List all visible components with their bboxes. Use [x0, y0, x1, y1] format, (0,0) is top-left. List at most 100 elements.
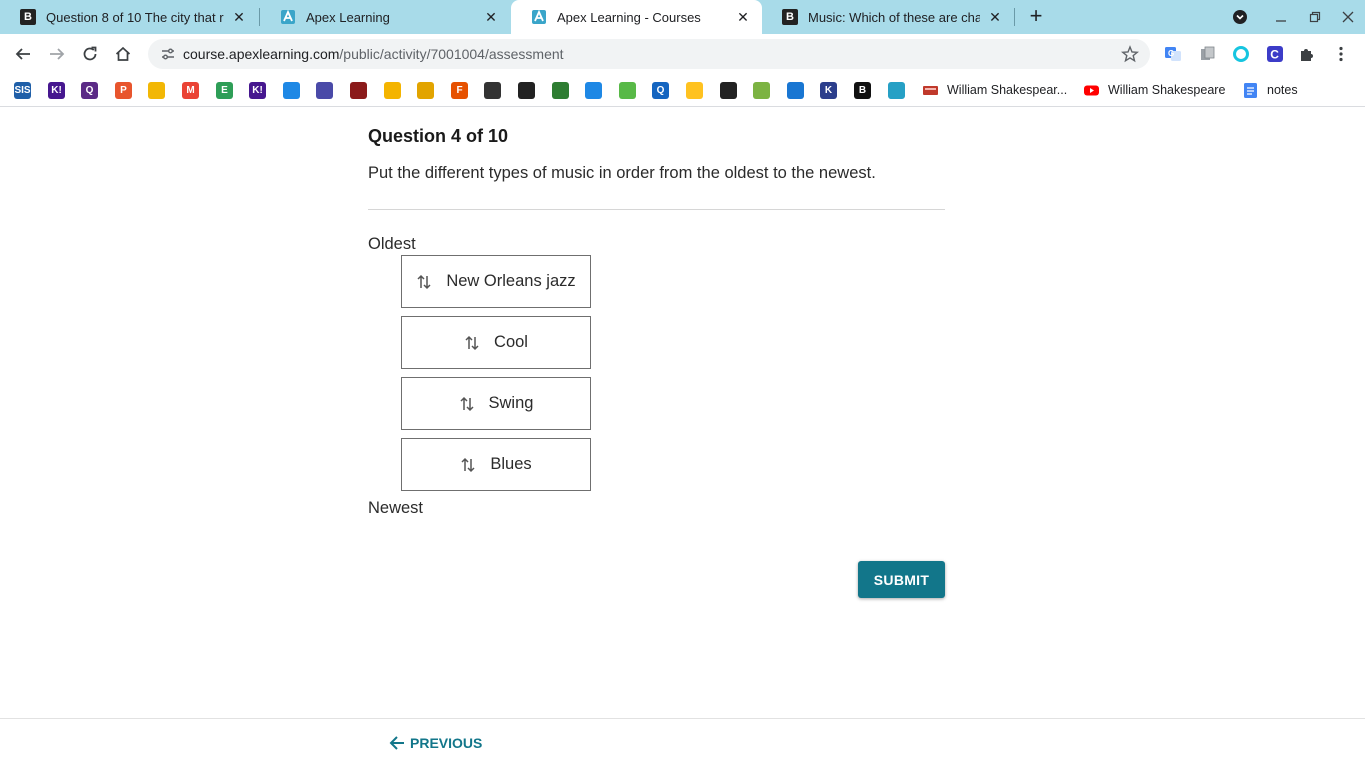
forward-button[interactable]: [45, 42, 69, 66]
bookmark-icon[interactable]: [384, 82, 401, 99]
bookmark-icon[interactable]: F: [451, 82, 468, 99]
site-info-icon: [162, 48, 174, 60]
bookmark-icon[interactable]: [518, 82, 535, 99]
bookmark-shakespeare-2[interactable]: William Shakespeare: [1108, 83, 1225, 97]
bookmark-icon[interactable]: [686, 82, 703, 99]
bookmark-icon[interactable]: [552, 82, 569, 99]
close-icon[interactable]: ✕: [230, 8, 248, 26]
bookmark-icon[interactable]: [316, 82, 333, 99]
docs-icon: [1242, 82, 1259, 99]
bookmark-icon[interactable]: [787, 82, 804, 99]
bookmark-icon[interactable]: Q: [81, 82, 98, 99]
question-prompt: Put the different types of music in orde…: [368, 164, 876, 182]
tab-apex-courses[interactable]: Apex Learning - Courses ✕: [511, 0, 762, 34]
arrow-right-icon: [50, 48, 65, 60]
tab-title: Question 8 of 10 The city that rep: [46, 9, 224, 25]
drag-sort-icon: [465, 335, 479, 350]
close-icon[interactable]: ✕: [986, 8, 1004, 26]
order-item-blues[interactable]: Blues: [401, 438, 591, 491]
bookmark-icon[interactable]: [484, 82, 501, 99]
tab-title: Apex Learning: [306, 9, 390, 25]
bookmark-icon[interactable]: M: [182, 82, 199, 99]
divider: [368, 209, 945, 210]
bookmark-icon[interactable]: [720, 82, 737, 99]
extensions-puzzle-icon[interactable]: [1297, 44, 1317, 64]
youtube-icon: [1083, 82, 1100, 99]
footer-nav: PREVIOUS: [0, 718, 1365, 768]
order-item-label: Swing: [488, 394, 534, 412]
order-item-label: Cool: [494, 333, 528, 351]
bookmark-icon[interactable]: B: [854, 82, 871, 99]
url-host: course.apexlearning.com: [183, 46, 340, 62]
tab-title: Music: Which of these are charac: [808, 9, 980, 25]
tab-title: Apex Learning - Courses: [557, 9, 701, 25]
url-text: course.apexlearning.com/public/activity/…: [183, 46, 564, 62]
submit-button[interactable]: SUBMIT: [858, 561, 945, 598]
bookmark-icon[interactable]: [283, 82, 300, 99]
book-icon: [922, 82, 939, 99]
arrow-left-icon: [389, 736, 404, 750]
order-item-label: New Orleans jazz: [446, 272, 576, 290]
restore-icon[interactable]: [1304, 6, 1326, 28]
home-icon: [115, 46, 131, 61]
minimize-icon[interactable]: [1270, 6, 1292, 28]
bookmark-icon[interactable]: [888, 82, 905, 99]
extension-circle-icon[interactable]: [1231, 44, 1251, 64]
bookmark-icon[interactable]: [753, 82, 770, 99]
bookmark-shakespeare-1[interactable]: William Shakespear...: [947, 83, 1067, 97]
svg-text:C: C: [1270, 47, 1279, 61]
previous-button[interactable]: PREVIOUS: [388, 734, 482, 752]
bookmark-icon[interactable]: [619, 82, 636, 99]
b-icon: B: [782, 9, 798, 25]
bookmark-icon[interactable]: [350, 82, 367, 99]
bookmarks-bar: William Shakespear... William Shakespear…: [0, 74, 1365, 107]
bookmark-icon[interactable]: P: [115, 82, 132, 99]
order-item-label: Blues: [490, 455, 532, 473]
back-button[interactable]: [11, 42, 35, 66]
extension-c-icon[interactable]: C: [1265, 44, 1285, 64]
bookmark-icon[interactable]: [417, 82, 434, 99]
close-icon[interactable]: ✕: [734, 8, 752, 26]
drag-sort-icon: [417, 274, 431, 289]
tab-strip: B Question 8 of 10 The city that rep ✕ A…: [0, 0, 1365, 34]
google-translate-icon[interactable]: G: [1163, 44, 1183, 64]
tab-apex-learning[interactable]: Apex Learning ✕: [260, 0, 510, 34]
order-item-swing[interactable]: Swing: [401, 377, 591, 430]
bookmark-icon[interactable]: Q: [652, 82, 669, 99]
drag-sort-icon: [461, 457, 475, 472]
window-close-icon[interactable]: [1337, 6, 1359, 28]
new-tab-button[interactable]: +: [1024, 5, 1048, 29]
bookmark-notes[interactable]: notes: [1267, 83, 1298, 97]
bookmark-icon[interactable]: K!: [48, 82, 65, 99]
tab-search-icon[interactable]: [1229, 6, 1251, 28]
bookmark-icon[interactable]: [585, 82, 602, 99]
apex-icon: [531, 9, 547, 25]
bookmark-icon[interactable]: E: [216, 82, 233, 99]
bookmark-icon[interactable]: SIS: [14, 82, 31, 99]
close-icon[interactable]: ✕: [482, 8, 500, 26]
tab-music-question[interactable]: B Music: Which of these are charac ✕: [762, 0, 1014, 34]
extension-copy-icon[interactable]: [1198, 44, 1218, 64]
tab-question-8[interactable]: B Question 8 of 10 The city that rep ✕: [0, 0, 258, 34]
home-button[interactable]: [111, 42, 135, 66]
menu-kebab-icon[interactable]: [1331, 44, 1351, 64]
newest-label: Newest: [368, 499, 424, 517]
apex-icon: [280, 9, 296, 25]
order-item-new-orleans-jazz[interactable]: New Orleans jazz: [401, 255, 591, 308]
address-bar[interactable]: course.apexlearning.com/public/activity/…: [148, 39, 1150, 69]
reload-button[interactable]: [78, 42, 102, 66]
drag-sort-icon: [459, 396, 474, 411]
tab-separator: [1014, 8, 1015, 26]
b-icon: B: [20, 9, 36, 25]
question-title: Question 4 of 10: [368, 126, 509, 146]
bookmark-star-icon[interactable]: [1120, 44, 1140, 64]
oldest-label: Oldest: [368, 235, 416, 253]
svg-text:G: G: [1168, 49, 1174, 58]
bookmark-icon[interactable]: [148, 82, 165, 99]
previous-label: PREVIOUS: [410, 735, 483, 751]
order-item-cool[interactable]: Cool: [401, 316, 591, 369]
reload-icon: [83, 46, 97, 61]
bookmark-icon[interactable]: K: [820, 82, 837, 99]
browser-toolbar: course.apexlearning.com/public/activity/…: [0, 34, 1365, 74]
bookmark-icon[interactable]: K!: [249, 82, 266, 99]
